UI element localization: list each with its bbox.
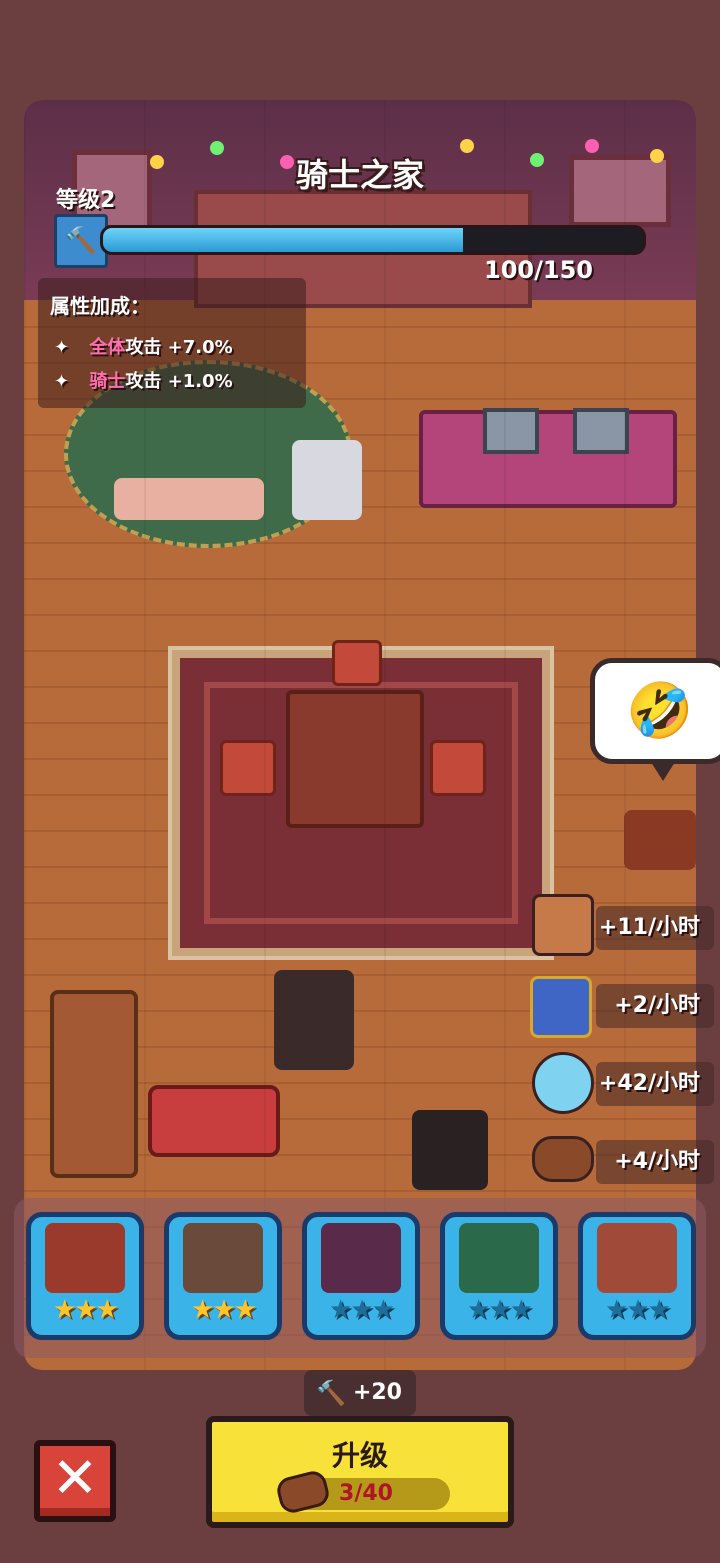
knight-character[interactable] (292, 440, 362, 520)
star-rating: ★★★ (605, 1295, 671, 1325)
star-rating: ★★★ (53, 1295, 119, 1325)
hammer-cost-value: +20 (352, 1380, 402, 1405)
mystery-chest-icon (530, 976, 592, 1038)
crown-book-icon (532, 894, 594, 956)
income-rate-row: +42/小时 (596, 1062, 714, 1106)
wood-log-icon (532, 1136, 594, 1182)
star-rating: ★★★ (329, 1295, 395, 1325)
room-title: 骑士之家 (295, 156, 424, 194)
monitor (573, 408, 629, 454)
bonus-row: ✦ 全体攻击 +7.0% (54, 333, 233, 359)
cowboy-character[interactable] (624, 810, 696, 870)
ninja-character[interactable] (412, 1110, 488, 1190)
level-label: 等级2 (56, 188, 116, 213)
upgrade-button[interactable]: 升级 3/40 (206, 1416, 514, 1528)
bonus-target: 全体 (89, 337, 126, 358)
computer-desk[interactable] (419, 408, 677, 508)
chair-right (430, 740, 486, 796)
dining-table[interactable] (286, 690, 424, 828)
bonus-row: ✦ 骑士攻击 +1.0% (54, 367, 233, 393)
xp-bar (100, 225, 646, 255)
bonus-value: 攻击 +7.0% (125, 337, 233, 358)
xp-bar-fill (103, 228, 464, 252)
bonus-value: 攻击 +1.0% (125, 371, 233, 392)
back-wall (24, 100, 696, 308)
dining-table-icon (45, 1223, 125, 1293)
hammer-cost: 🔨 +20 (304, 1370, 416, 1416)
hammer-icon: 🔨 (316, 1379, 346, 1407)
sparkle-icon: ✦ (54, 337, 70, 358)
billiard-table-icon (459, 1223, 539, 1293)
arcade-icon (321, 1223, 401, 1293)
furniture-card-dining-table[interactable]: ★★★ (26, 1212, 144, 1340)
player-character[interactable] (274, 970, 354, 1070)
income-rate-row: +11/小时 (596, 906, 714, 950)
furniture-card-plant-table[interactable]: ★★★ (578, 1212, 696, 1340)
pets-group[interactable] (114, 478, 264, 520)
furniture-card-computer-desk[interactable]: ★★★ (164, 1212, 282, 1340)
computer-desk-icon (183, 1223, 263, 1293)
furniture-card-arcade-corner[interactable]: ★★★ (302, 1212, 420, 1340)
crystal-orb-icon (532, 1052, 594, 1114)
speech-bubble[interactable]: 🤣 (590, 658, 720, 781)
chair-left (220, 740, 276, 796)
bonus-target: 骑士 (89, 371, 126, 392)
bonus-title: 属性加成： (50, 294, 150, 318)
laughing-emoji-icon: 🤣 (626, 679, 694, 742)
grandfather-clock[interactable] (50, 990, 138, 1178)
sparkle-icon: ✦ (54, 371, 70, 392)
red-sofa[interactable] (148, 1085, 280, 1157)
close-button[interactable]: ✕ (34, 1440, 116, 1522)
income-rate-row: +4/小时 (596, 1140, 714, 1184)
star-rating: ★★★ (191, 1295, 257, 1325)
income-rate-row: +2/小时 (596, 984, 714, 1028)
plant-table-icon (597, 1223, 677, 1293)
upgrade-label: 升级 (331, 1439, 388, 1472)
furniture-card-billiard-table[interactable]: ★★★ (440, 1212, 558, 1340)
chair-top (332, 640, 382, 686)
xp-text: 100/150 (484, 256, 593, 284)
red-rug (168, 646, 554, 960)
monitor (483, 408, 539, 454)
star-rating: ★★★ (467, 1295, 533, 1325)
